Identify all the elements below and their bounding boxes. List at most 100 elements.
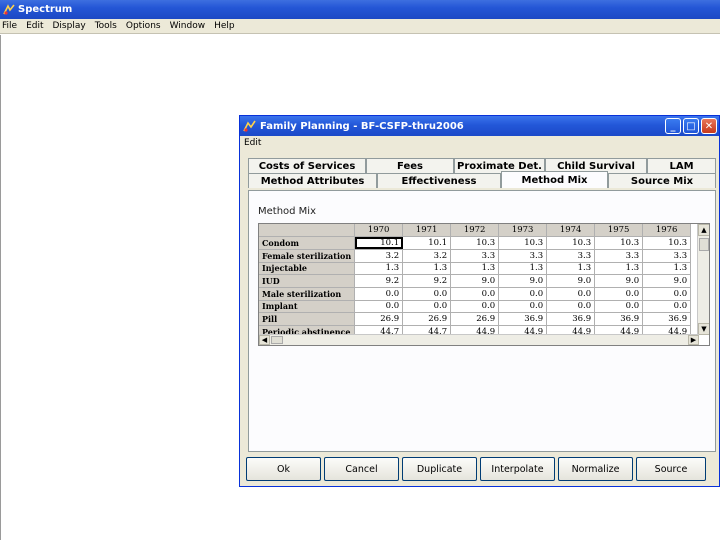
tab-method-mix[interactable]: Method Mix: [501, 171, 608, 188]
column-header[interactable]: 1975: [594, 224, 644, 238]
grid-cell[interactable]: 1.3: [594, 262, 644, 276]
maximize-icon: □: [686, 120, 696, 132]
grid-cell[interactable]: 26.9: [402, 312, 452, 326]
grid-cell[interactable]: 10.3: [594, 236, 644, 250]
dialog-title-bar[interactable]: Family Planning - BF-CSFP-thru2006 _ □ ✕: [240, 116, 719, 136]
grid-cell[interactable]: 3.2: [354, 249, 404, 263]
menu-help[interactable]: Help: [214, 21, 235, 31]
grid-cell[interactable]: 1.3: [642, 262, 692, 276]
grid-cell[interactable]: 0.0: [498, 287, 548, 301]
scroll-down-arrow-icon[interactable]: ▼: [698, 323, 709, 335]
grid-cell[interactable]: 10.3: [642, 236, 692, 250]
grid-cell[interactable]: 0.0: [546, 287, 596, 301]
grid-cell[interactable]: 36.9: [498, 312, 548, 326]
cancel-button[interactable]: Cancel: [324, 457, 399, 481]
app-title-bar[interactable]: Spectrum: [0, 0, 720, 19]
grid-cell[interactable]: 10.3: [498, 236, 548, 250]
scroll-right-arrow-icon[interactable]: ▶: [688, 335, 699, 345]
grid-cell[interactable]: 1.3: [546, 262, 596, 276]
grid-cell[interactable]: 1.3: [354, 262, 404, 276]
grid-cell[interactable]: 9.2: [354, 274, 404, 288]
tab-lam[interactable]: LAM: [647, 158, 716, 173]
column-header[interactable]: 1974: [546, 224, 596, 238]
grid-cell[interactable]: 9.0: [594, 274, 644, 288]
grid-corner-cell: [259, 224, 356, 238]
menu-edit[interactable]: Edit: [26, 21, 43, 31]
grid-cell[interactable]: 9.0: [498, 274, 548, 288]
menu-display[interactable]: Display: [53, 21, 86, 31]
grid-cell[interactable]: 0.0: [402, 287, 452, 301]
grid-cell[interactable]: 0.0: [354, 300, 404, 314]
row-header: Injectable: [259, 262, 356, 276]
panel-heading: Method Mix: [258, 206, 317, 217]
row-header: Female sterilization: [259, 249, 356, 263]
grid-cell[interactable]: 36.9: [594, 312, 644, 326]
grid-cell[interactable]: 1.3: [402, 262, 452, 276]
grid-cell[interactable]: 3.3: [642, 249, 692, 263]
grid-cell[interactable]: 26.9: [450, 312, 500, 326]
horizontal-scroll-thumb[interactable]: [271, 336, 283, 344]
close-button[interactable]: ✕: [701, 118, 717, 134]
grid-cell[interactable]: 0.0: [402, 300, 452, 314]
grid-cell[interactable]: 0.0: [642, 287, 692, 301]
grid-cell[interactable]: 3.3: [594, 249, 644, 263]
tab-method-attributes[interactable]: Method Attributes: [248, 173, 377, 188]
grid-cell[interactable]: 0.0: [450, 287, 500, 301]
method-mix-panel: Method Mix 1970 1971 1972 1973 1974 1975…: [248, 190, 716, 452]
grid-cell[interactable]: 36.9: [546, 312, 596, 326]
grid-cell[interactable]: 0.0: [594, 300, 644, 314]
method-mix-grid[interactable]: 1970 1971 1972 1973 1974 1975 1976 Condo…: [258, 223, 710, 346]
menu-options[interactable]: Options: [126, 21, 161, 31]
column-header[interactable]: 1976: [642, 224, 692, 238]
grid-cell[interactable]: 3.3: [450, 249, 500, 263]
grid-cell[interactable]: 1.3: [450, 262, 500, 276]
grid-cell[interactable]: 3.2: [402, 249, 452, 263]
column-header[interactable]: 1971: [402, 224, 452, 238]
tab-costs-of-services[interactable]: Costs of Services: [248, 158, 366, 173]
maximize-button[interactable]: □: [683, 118, 699, 134]
grid-cell[interactable]: 0.0: [354, 287, 404, 301]
vertical-scroll-thumb[interactable]: [699, 238, 709, 251]
grid-cell[interactable]: 3.3: [498, 249, 548, 263]
column-header[interactable]: 1973: [498, 224, 548, 238]
grid-cell[interactable]: 1.3: [498, 262, 548, 276]
grid-cell[interactable]: 9.0: [546, 274, 596, 288]
dialog-title: Family Planning - BF-CSFP-thru2006: [260, 120, 464, 132]
column-header[interactable]: 1972: [450, 224, 500, 238]
grid-cell[interactable]: 9.2: [402, 274, 452, 288]
duplicate-button[interactable]: Duplicate: [402, 457, 477, 481]
grid-cell[interactable]: 0.0: [546, 300, 596, 314]
grid-cell[interactable]: 10.1: [354, 236, 404, 250]
minimize-button[interactable]: _: [665, 118, 681, 134]
dialog-menu-edit[interactable]: Edit: [244, 138, 261, 148]
grid-cell[interactable]: 0.0: [642, 300, 692, 314]
grid-cell[interactable]: 9.0: [642, 274, 692, 288]
vertical-scrollbar[interactable]: ▲ ▼: [697, 224, 709, 335]
scroll-left-arrow-icon[interactable]: ◀: [259, 335, 270, 345]
grid-cell[interactable]: 0.0: [594, 287, 644, 301]
scroll-up-arrow-icon[interactable]: ▲: [698, 224, 709, 236]
grid-cell[interactable]: 0.0: [450, 300, 500, 314]
grid-cell[interactable]: 10.3: [546, 236, 596, 250]
grid-cell[interactable]: 10.3: [450, 236, 500, 250]
horizontal-scrollbar[interactable]: ◀ ▶: [259, 334, 699, 345]
grid-cell[interactable]: 0.0: [498, 300, 548, 314]
spectrum-dialog-icon: [243, 120, 256, 133]
tab-fees[interactable]: Fees: [366, 158, 454, 173]
interpolate-button[interactable]: Interpolate: [480, 457, 555, 481]
column-header[interactable]: 1970: [354, 224, 404, 238]
grid-cell[interactable]: 26.9: [354, 312, 404, 326]
minimize-icon: _: [670, 120, 676, 132]
menu-tools[interactable]: Tools: [95, 21, 117, 31]
tab-effectiveness[interactable]: Effectiveness: [377, 173, 501, 188]
grid-cell[interactable]: 36.9: [642, 312, 692, 326]
grid-cell[interactable]: 10.1: [402, 236, 452, 250]
grid-cell[interactable]: 9.0: [450, 274, 500, 288]
menu-window[interactable]: Window: [170, 21, 206, 31]
menu-file[interactable]: File: [2, 21, 17, 31]
ok-button[interactable]: Ok: [246, 457, 321, 481]
normalize-button[interactable]: Normalize: [558, 457, 633, 481]
tab-source-mix[interactable]: Source Mix: [608, 173, 716, 188]
grid-cell[interactable]: 3.3: [546, 249, 596, 263]
source-button[interactable]: Source: [636, 457, 706, 481]
